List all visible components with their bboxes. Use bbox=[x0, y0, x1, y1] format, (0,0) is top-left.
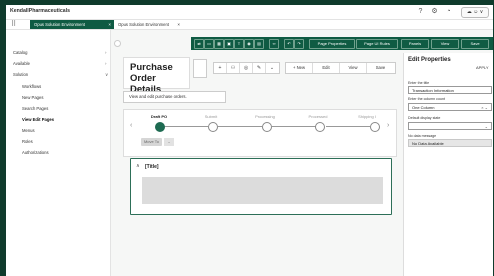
sidebar-item-menus[interactable]: Menus bbox=[22, 128, 35, 133]
notifications-icon[interactable]: ◔ bbox=[444, 7, 453, 16]
page-header: Purchase Order Details bbox=[123, 57, 190, 95]
eye-icon[interactable]: ◎ bbox=[240, 63, 253, 73]
chevron-down-icon[interactable]: ⌄ bbox=[485, 123, 488, 131]
sidebar-item-roles[interactable]: Roles bbox=[22, 139, 33, 144]
view-record-button[interactable]: View bbox=[340, 63, 367, 73]
save-record-button[interactable]: Save bbox=[367, 63, 394, 73]
move-to-button[interactable]: Move To bbox=[141, 138, 162, 146]
sidebar-item-workflows[interactable]: Workflows bbox=[22, 84, 41, 89]
save-button[interactable]: Save bbox=[461, 39, 489, 49]
stage-label: Submit bbox=[204, 114, 218, 119]
display-state-label: Default display state bbox=[408, 116, 441, 120]
app-window: KendallPharmaceuticals ? ⚙ ◔ ☁ ☺ ∨ ⠿ Opu… bbox=[6, 5, 493, 276]
new-button[interactable]: + New bbox=[286, 63, 313, 73]
tab-environment[interactable]: Opus Solution Environment × bbox=[114, 20, 183, 29]
help-icon[interactable]: ? bbox=[416, 7, 425, 16]
sidebar-item-new-pages[interactable]: New Pages bbox=[22, 95, 43, 100]
chevron-right-icon[interactable]: › bbox=[387, 122, 389, 129]
swap-icon[interactable]: ⇄ bbox=[194, 39, 204, 49]
stage-current-icon[interactable] bbox=[155, 122, 165, 132]
profile-menu[interactable]: ☁ ☺ ∨ bbox=[461, 7, 489, 18]
page-properties-button[interactable]: Page Properties bbox=[309, 39, 355, 49]
app-grid-icon[interactable]: ⠿ bbox=[11, 21, 19, 28]
close-icon[interactable]: × bbox=[177, 20, 180, 29]
page-description-card: View and edit purchase orders. bbox=[123, 91, 226, 103]
panels-button[interactable]: Panels bbox=[401, 39, 429, 49]
no-data-label: No data message bbox=[408, 134, 437, 138]
columns-select[interactable]: One Column × ⌄ bbox=[408, 103, 492, 111]
chevron-down-icon[interactable]: × ⌄ bbox=[481, 104, 488, 112]
apply-button[interactable]: APPLY bbox=[476, 65, 489, 70]
sidebar-item-catalog[interactable]: Catalog bbox=[13, 50, 27, 55]
chevron-right-icon[interactable]: › bbox=[105, 50, 107, 55]
sidebar-item-search-pages[interactable]: Search Pages bbox=[22, 106, 48, 111]
chevron-up-icon[interactable]: ∧ bbox=[136, 163, 140, 169]
view-button[interactable]: View bbox=[431, 39, 459, 49]
top-bar: KendallPharmaceuticals ? ⚙ ◔ ☁ ☺ ∨ bbox=[6, 5, 493, 20]
redo-icon[interactable]: ↷ bbox=[294, 39, 304, 49]
sidebar-item-authorizations[interactable]: Authorizations bbox=[22, 150, 49, 155]
more-icon[interactable]: ⌄ bbox=[266, 63, 278, 73]
record-actions: + New Edit View Save bbox=[285, 62, 396, 74]
edit-icon[interactable]: ✎ bbox=[253, 63, 266, 73]
stage-circle[interactable] bbox=[315, 122, 325, 132]
title-label: Enter the title bbox=[408, 81, 430, 85]
stage-circle[interactable] bbox=[262, 122, 272, 132]
tab-label: Opus Solution Environment bbox=[118, 22, 169, 27]
stage-circle[interactable] bbox=[208, 122, 218, 132]
sidebar-collapse-handle[interactable] bbox=[114, 40, 121, 47]
tab-bar: ⠿ Opus Solution Environment × Opus Solut… bbox=[6, 20, 493, 30]
add-icon[interactable]: + bbox=[214, 63, 227, 73]
sidebar-item-view-edit-pages[interactable]: View Edit Pages bbox=[22, 117, 54, 122]
chevron-down-icon[interactable]: ⌄ bbox=[164, 138, 174, 146]
edit-properties-panel: Edit Properties APPLY Enter the title Tr… bbox=[403, 53, 493, 276]
table-icon[interactable]: ▤ bbox=[254, 39, 264, 49]
stage-label: Processed bbox=[308, 114, 328, 119]
chevron-down-icon[interactable]: ∨ bbox=[105, 72, 108, 78]
stage-connector bbox=[218, 126, 262, 127]
grid-icon[interactable]: ▦ bbox=[214, 39, 224, 49]
stage-label: Draft PO bbox=[150, 114, 168, 119]
brand-name: KendallPharmaceuticals bbox=[10, 8, 70, 14]
header-placeholder[interactable] bbox=[193, 59, 207, 78]
sidebar-item-solution[interactable]: Solution bbox=[13, 72, 28, 77]
link-icon[interactable]: ∞ bbox=[269, 39, 279, 49]
stage-progress: ‹ › Draft PO Submit Processing Processed… bbox=[123, 109, 397, 157]
image-icon[interactable]: ▣ bbox=[224, 39, 234, 49]
section-title: [Title] bbox=[145, 164, 159, 170]
editor-toolbar: ⇄ ▭ ▦ ▣ T ◉ ▤ ∞ ↶ ↷ Page Properties Page… bbox=[191, 37, 493, 50]
view-icon[interactable]: ◉ bbox=[244, 39, 254, 49]
stage-label: Processing bbox=[255, 114, 275, 119]
panel-title: Edit Properties bbox=[408, 57, 451, 63]
chevron-right-icon[interactable]: › bbox=[105, 61, 107, 66]
tab-environment-active[interactable]: Opus Solution Environment × bbox=[30, 20, 114, 29]
form-section[interactable]: ∧ [Title] bbox=[130, 158, 392, 215]
page-ui-rules-button[interactable]: Page UI Rules bbox=[356, 39, 398, 49]
chevron-left-icon[interactable]: ‹ bbox=[130, 122, 132, 129]
undo-icon[interactable]: ↶ bbox=[284, 39, 294, 49]
columns-value: One Column bbox=[412, 105, 435, 110]
text-icon[interactable]: T bbox=[234, 39, 244, 49]
sidebar: Catalog › Available › Solution ∨ Workflo… bbox=[6, 30, 111, 276]
columns-label: Enter the column count bbox=[408, 97, 445, 101]
stage-circle[interactable] bbox=[370, 122, 380, 132]
layout-icon[interactable]: ▭ bbox=[204, 39, 214, 49]
no-data-input[interactable]: No Data Available bbox=[408, 139, 492, 147]
header-icon-group: + ⚇ ◎ ✎ ⌄ bbox=[213, 62, 280, 74]
display-state-select[interactable]: ⌄ bbox=[408, 122, 492, 130]
page-description[interactable]: View and edit purchase orders. bbox=[129, 92, 187, 102]
tab-label: Opus Solution Environment bbox=[34, 22, 85, 27]
edit-button[interactable]: Edit bbox=[313, 63, 340, 73]
stage-connector bbox=[326, 126, 370, 127]
stage-connector bbox=[164, 126, 208, 127]
sidebar-item-available[interactable]: Available bbox=[13, 61, 30, 66]
title-input[interactable]: Transaction Information bbox=[408, 86, 492, 94]
stage-connector bbox=[272, 126, 316, 127]
section-body-placeholder bbox=[142, 177, 383, 204]
hierarchy-icon[interactable]: ⚇ bbox=[227, 63, 240, 73]
stage-label: Shipping I bbox=[358, 114, 376, 119]
settings-icon[interactable]: ⚙ bbox=[430, 7, 439, 16]
close-icon[interactable]: × bbox=[108, 20, 111, 29]
